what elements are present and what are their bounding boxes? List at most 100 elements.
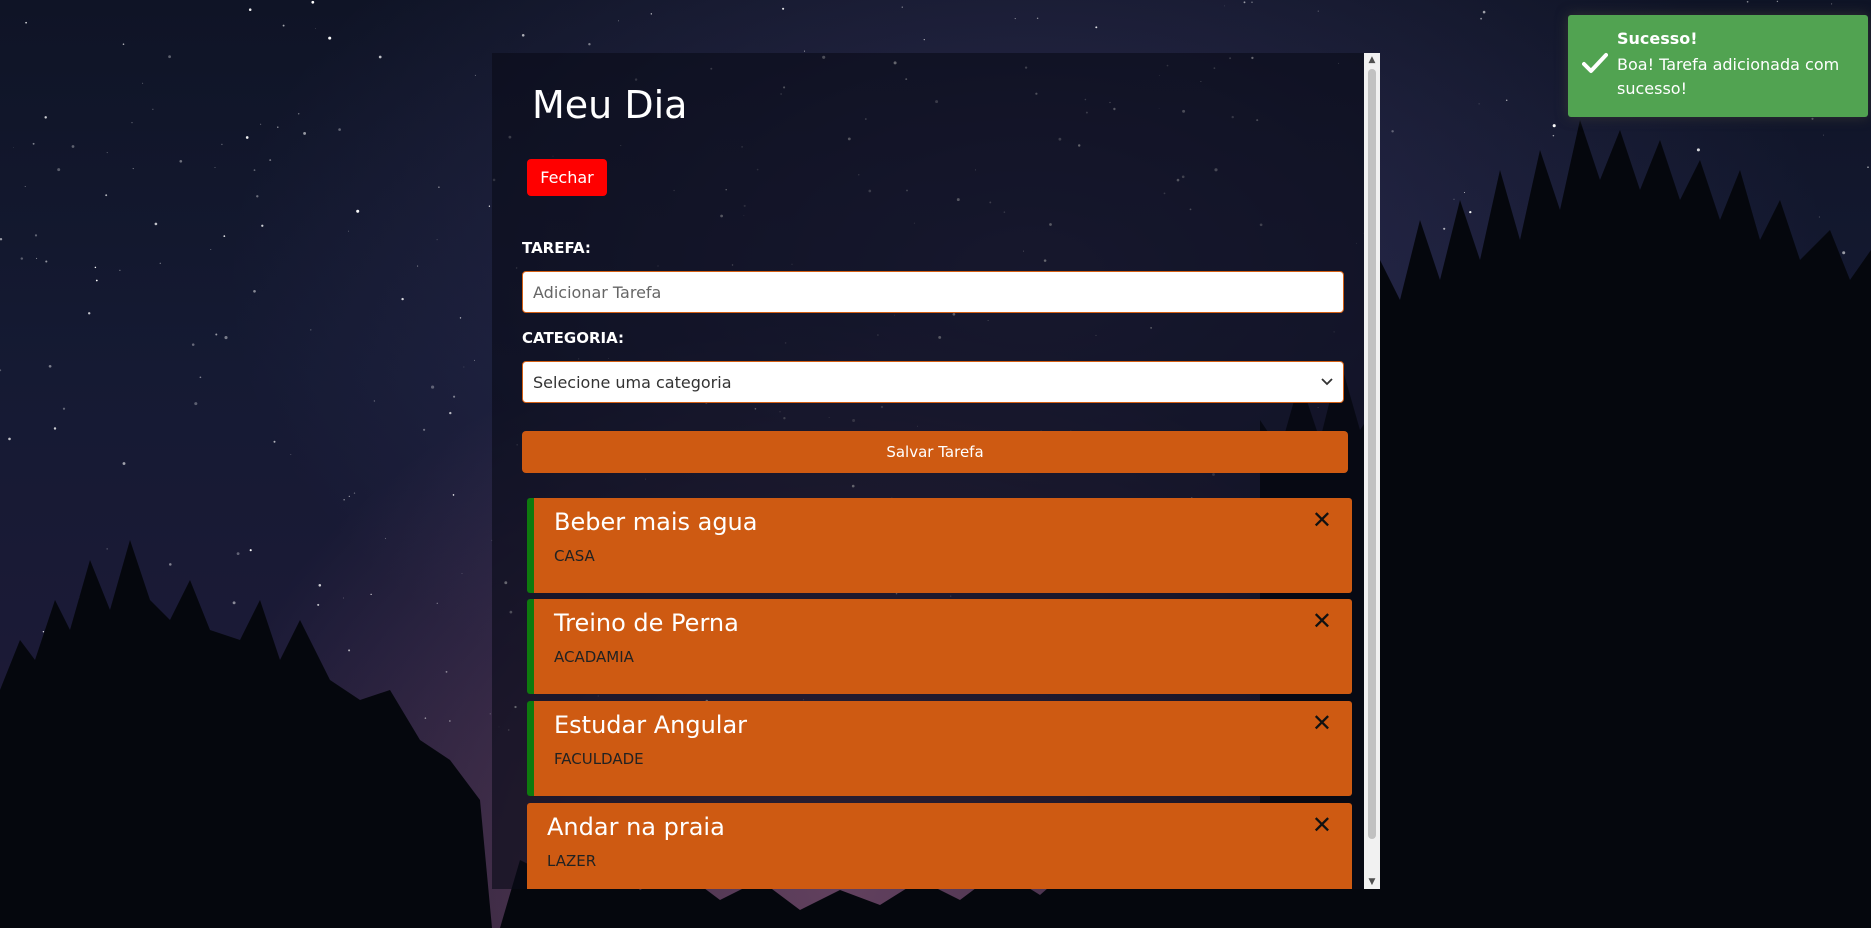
task-item[interactable]: Beber mais agua CASA ✕ (527, 498, 1352, 593)
close-icon[interactable]: ✕ (1312, 609, 1332, 633)
star (338, 128, 341, 131)
star (1469, 210, 1472, 214)
save-task-button[interactable]: Salvar Tarefa (522, 431, 1348, 473)
star (1478, 103, 1480, 105)
star (1317, 10, 1319, 12)
star (348, 495, 350, 498)
star (191, 343, 195, 346)
star (248, 8, 252, 11)
star (901, 6, 903, 8)
task-title: Beber mais agua (554, 508, 758, 536)
star (122, 462, 126, 465)
star (423, 428, 426, 431)
star (253, 289, 256, 293)
star (1831, 3, 1833, 5)
star (132, 168, 134, 170)
star (1036, 17, 1039, 20)
star (224, 336, 228, 340)
star (453, 395, 456, 398)
scroll-down-arrow-icon[interactable]: ▼ (1364, 875, 1380, 889)
star (214, 166, 216, 168)
star (20, 257, 24, 260)
star (36, 257, 38, 259)
star (436, 239, 438, 241)
todo-panel: Meu Dia Fechar TAREFA: CATEGORIA: Seleci… (492, 53, 1380, 889)
star (223, 235, 226, 237)
star (1842, 251, 1846, 255)
category-label: CATEGORIA: (522, 329, 625, 347)
task-item[interactable]: Estudar Angular FACULDADE ✕ (527, 701, 1352, 796)
star (463, 366, 465, 368)
star (210, 248, 212, 250)
scroll-up-arrow-icon[interactable]: ▲ (1364, 53, 1380, 67)
star (273, 440, 276, 443)
star (152, 108, 154, 110)
star (13, 146, 14, 148)
close-icon[interactable]: ✕ (1312, 711, 1332, 735)
star (356, 209, 360, 213)
star (310, 329, 312, 331)
task-category: LAZER (547, 852, 597, 870)
star (282, 24, 285, 27)
close-icon[interactable]: ✕ (1312, 813, 1332, 837)
star (303, 131, 307, 135)
star (71, 145, 75, 148)
close-icon[interactable]: ✕ (1312, 508, 1332, 532)
star (401, 297, 404, 301)
chevron-down-icon (1321, 374, 1333, 390)
star (48, 364, 52, 368)
category-select-value: Selecione uma categoria (533, 372, 732, 392)
star (650, 13, 652, 15)
star (317, 603, 320, 606)
star (1243, 1, 1246, 4)
checkmark-icon (1582, 51, 1608, 81)
star (378, 55, 382, 59)
star (142, 82, 144, 84)
star (1776, 0, 1779, 3)
star (8, 437, 11, 441)
task-title: Estudar Angular (554, 711, 748, 739)
star (782, 7, 785, 10)
star (131, 122, 133, 124)
star (45, 260, 48, 263)
task-title: Andar na praia (547, 813, 725, 841)
star (44, 116, 47, 119)
star (168, 55, 171, 59)
star (315, 27, 317, 29)
toast-message: Boa! Tarefa adicionada com sucesso! (1617, 55, 1840, 98)
star (461, 572, 463, 574)
success-toast[interactable]: Sucesso! Boa! Tarefa adicionada com suce… (1568, 15, 1868, 117)
star (1014, 18, 1016, 20)
panel-scrollbar[interactable]: ▲ ▼ (1364, 53, 1380, 889)
star (119, 269, 121, 271)
star (348, 649, 351, 652)
star (417, 265, 419, 267)
task-input[interactable] (522, 271, 1344, 313)
close-button[interactable]: Fechar (527, 159, 607, 196)
star (34, 234, 38, 237)
star (384, 537, 387, 540)
star (269, 159, 272, 162)
star (445, 670, 448, 673)
star (348, 230, 349, 232)
task-item[interactable]: Andar na praia LAZER ✕ (527, 803, 1352, 889)
star (459, 317, 462, 319)
star (1867, 166, 1869, 169)
star (277, 126, 279, 128)
star (588, 43, 591, 46)
star (62, 407, 66, 410)
star (1443, 227, 1446, 230)
star (1552, 134, 1555, 137)
star (154, 222, 158, 226)
star (260, 123, 262, 125)
star (179, 159, 183, 163)
star (105, 194, 108, 197)
category-select[interactable]: Selecione uma categoria (522, 361, 1344, 403)
task-item[interactable]: Treino de Perna ACADAMIA ✕ (527, 599, 1352, 694)
star (1391, 130, 1394, 133)
star (106, 152, 108, 154)
star (473, 359, 475, 361)
star (1224, 5, 1225, 7)
scroll-thumb[interactable] (1368, 69, 1376, 839)
star (253, 169, 256, 171)
